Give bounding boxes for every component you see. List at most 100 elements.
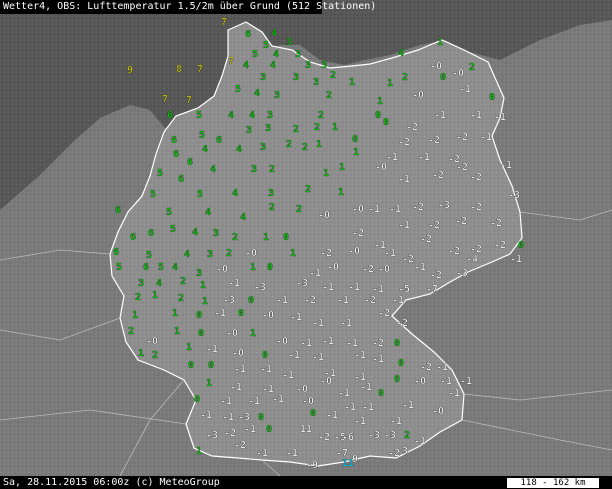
station-value: -2: [420, 234, 432, 245]
station-value: 0: [208, 360, 214, 371]
station-value: 2: [178, 293, 184, 304]
station-value: -1: [500, 160, 512, 171]
station-value: -1: [286, 448, 298, 459]
station-value: -0: [302, 396, 314, 407]
station-value: 7: [197, 64, 203, 75]
station-value: 3: [286, 37, 292, 48]
station-value: 4: [202, 144, 208, 155]
station-value: -1: [480, 132, 492, 143]
station-value: 6: [178, 174, 184, 185]
station-value: 1: [323, 168, 329, 179]
station-value: -2: [234, 440, 246, 451]
station-value: 0: [248, 295, 254, 306]
station-value: -0: [226, 328, 238, 339]
station-value: 0: [489, 92, 495, 103]
station-value: -0: [146, 336, 158, 347]
station-value: -0: [348, 246, 360, 257]
station-value: 1: [387, 78, 393, 89]
station-value: -3: [238, 412, 250, 423]
station-value: -1: [470, 110, 482, 121]
station-value: 5: [146, 250, 152, 261]
station-value: -2: [455, 216, 467, 227]
station-value: -6: [342, 432, 354, 443]
station-value: 6: [171, 135, 177, 146]
station-value: -1: [494, 112, 506, 123]
station-value: -1: [414, 262, 426, 273]
station-value: -2: [456, 132, 468, 143]
station-value: -1: [434, 110, 446, 121]
station-value: -2: [362, 264, 374, 275]
station-value: 5: [252, 49, 258, 60]
station-value: 7: [186, 95, 192, 106]
station-value: -0: [320, 376, 332, 387]
station-value: -1: [322, 336, 334, 347]
station-value: -2: [402, 254, 414, 265]
station-value: 2: [330, 70, 336, 81]
station-value: 7: [162, 94, 168, 105]
station-value: 3: [251, 164, 257, 175]
station-value: 4: [243, 60, 249, 71]
station-value: -1: [312, 352, 324, 363]
station-value: -0: [412, 90, 424, 101]
station-value: 3: [313, 77, 319, 88]
station-value: -1: [368, 204, 380, 215]
station-value: 5: [150, 189, 156, 200]
station-value: -1: [222, 412, 234, 423]
station-value: 5: [263, 40, 269, 51]
map-title: Wetter4, OBS: Lufttemperatur 1.5/2m über…: [0, 0, 376, 14]
station-value: 2: [180, 276, 186, 287]
station-value: 8: [176, 64, 182, 75]
station-value: -3: [438, 200, 450, 211]
weather-map: 7 6 4 5 3 5 4 3 9 8 7 7 4 3 3 3 4 3 3 2 1 7 7 5 4 3 2 4 1 -0 -0 2 2 0 -1 -0…: [0, 0, 612, 489]
station-value: 6: [167, 110, 173, 121]
station-value: -1: [220, 396, 232, 407]
station-value: -5: [398, 284, 410, 295]
station-value: 4: [156, 278, 162, 289]
station-value: 4: [184, 249, 190, 260]
station-value: -1: [440, 376, 452, 387]
station-value: 3: [213, 228, 219, 239]
station-value: -2: [224, 428, 236, 439]
station-value: 2: [293, 124, 299, 135]
station-value: -0: [262, 310, 274, 321]
station-value: -0: [414, 376, 426, 387]
station-value: 4: [192, 227, 198, 238]
station-value: -2: [428, 220, 440, 231]
station-value: 1: [132, 310, 138, 321]
station-value: 1: [250, 262, 256, 273]
station-value: 3: [268, 188, 274, 199]
station-value: -1: [230, 382, 242, 393]
station-value: 5: [157, 168, 163, 179]
station-value: 6: [245, 29, 251, 40]
station-value: 4: [270, 60, 276, 71]
station-value: -3: [508, 190, 520, 201]
station-value: 0: [394, 338, 400, 349]
station-value: 1: [186, 342, 192, 353]
station-value: 4: [271, 28, 277, 39]
station-value: -2: [456, 162, 468, 173]
station-value: 1: [377, 96, 383, 107]
station-value: 6: [148, 228, 154, 239]
station-value: -1: [276, 295, 288, 306]
station-value: -1: [288, 350, 300, 361]
station-value: 6: [113, 247, 119, 258]
station-value: -2: [412, 202, 424, 213]
station-value: -1: [206, 344, 218, 355]
station-value: -2: [372, 338, 384, 349]
station-value: 0: [198, 328, 204, 339]
station-value: 1: [290, 248, 296, 259]
station-value: -1: [360, 382, 372, 393]
station-value: 1: [339, 162, 345, 173]
station-value: 2: [318, 110, 324, 121]
station-value: 7: [221, 17, 227, 28]
station-value: -1: [244, 424, 256, 435]
station-value: 4: [249, 110, 255, 121]
station-value: 0: [394, 374, 400, 385]
station-value: -1: [384, 248, 396, 259]
station-value: 3: [321, 60, 327, 71]
station-value: 3: [196, 268, 202, 279]
station-value: 3: [267, 110, 273, 121]
station-value: 0: [196, 310, 202, 321]
station-value: 1: [138, 348, 144, 359]
station-value: -2: [398, 137, 410, 148]
